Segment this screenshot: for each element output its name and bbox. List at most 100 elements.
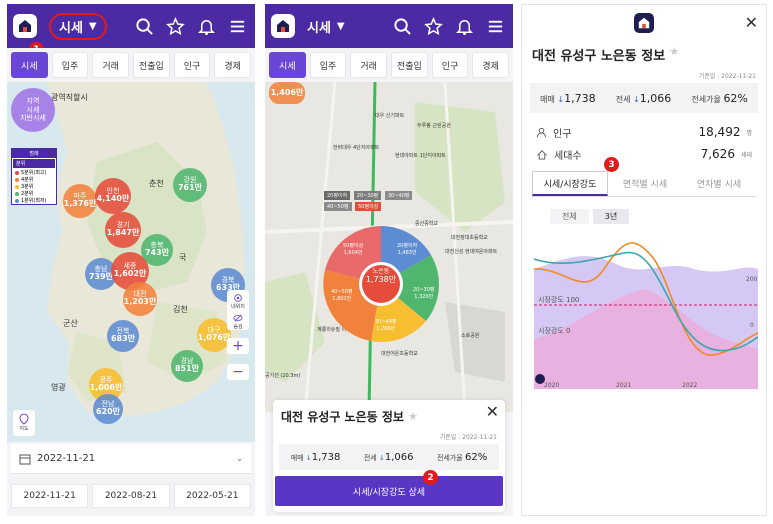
tab-market-strength[interactable]: 시세/시장강도 xyxy=(532,171,608,196)
district-map[interactable]: 1,406만 대우 신기파트 두루봉 근린공원 한바대우 4단지아파트 현대아파… xyxy=(265,82,513,412)
region-price-button[interactable]: 지역 시세 지반시세 xyxy=(11,88,55,132)
legend-select[interactable]: 분위 xyxy=(13,159,55,168)
star-icon[interactable] xyxy=(166,16,185,36)
size-legend-item: 40~50평 xyxy=(324,202,352,211)
tab-price[interactable]: 시세 xyxy=(11,52,48,78)
tick-label: 2020 xyxy=(544,382,559,389)
households-row: 세대수 7,626 세대 xyxy=(536,145,752,163)
date-chip[interactable]: 2022-05-21 xyxy=(173,484,251,508)
tab-trade[interactable]: 거래 xyxy=(350,52,388,78)
tab-population[interactable]: 인구 xyxy=(173,52,211,78)
ratio-label: 전세가율 xyxy=(436,453,463,462)
category-label: 시세 xyxy=(59,20,83,36)
close-icon[interactable]: ✕ xyxy=(745,13,758,32)
app-logo-icon[interactable] xyxy=(634,13,654,33)
search-icon[interactable] xyxy=(393,17,412,36)
region-bubble[interactable]: 인천 4,140만 xyxy=(95,178,131,214)
place-label: 대전어은초등학교 xyxy=(381,351,418,357)
chart-logo-icon xyxy=(535,374,545,384)
panel-district-detail: ✕ 대전 유성구 노은동 정보 ★ 기준일 : 2022-11-21 매매 ↓1… xyxy=(521,4,767,516)
size-legend-item: 20평이하 xyxy=(324,191,351,200)
zoom-in-button[interactable]: + xyxy=(227,338,249,354)
map-type-button[interactable]: 지도 xyxy=(13,410,35,436)
panel-map-overview: 시세 ▼ 1 시세 입주 거래 전출입 인구 경제 광역직할시 춘천 국 군산 … xyxy=(7,4,255,516)
korea-map[interactable]: 광역직할시 춘천 국 군산 김천 영광 지역 시세 지반시세 범례 분위 5분위… xyxy=(7,82,255,442)
legend-title: 범례 xyxy=(12,149,56,158)
place-label: 대전장대초등학교 xyxy=(451,235,488,241)
period-selector: 전체 3년 xyxy=(550,209,630,224)
region-btn-line: 시세 xyxy=(26,105,40,114)
sale-label: 매매 xyxy=(540,94,555,104)
market-strength-chart: 시장강도 100 시장강도 0 200 0 2020 2021 2022 xyxy=(534,242,758,389)
bell-icon[interactable] xyxy=(197,17,216,36)
market-detail-button[interactable]: 시세/시장강도 상세 xyxy=(275,476,503,506)
tab-area-price[interactable]: 면적별 시세 xyxy=(608,171,682,196)
app-logo-icon[interactable] xyxy=(13,14,37,38)
region-btn-line: 지반시세 xyxy=(20,114,46,123)
category-tabs: 시세 입주 거래 전출입 인구 경제 xyxy=(7,48,255,82)
star-icon[interactable]: ★ xyxy=(408,410,418,423)
chevron-down-icon: ▼ xyxy=(88,20,97,32)
step-badge: 2 xyxy=(423,470,438,485)
ratio-value: 62% xyxy=(464,451,488,463)
zoom-out-button[interactable]: − xyxy=(227,364,249,380)
region-bubble[interactable]: 전남 620만 xyxy=(93,394,123,424)
tab-trade[interactable]: 거래 xyxy=(92,52,130,78)
map-type-label: 지도 xyxy=(19,426,29,432)
region-bubble[interactable]: 경기 1,847만 xyxy=(105,212,141,248)
size-legend-item: 30~40평 xyxy=(384,191,413,200)
tab-population[interactable]: 인구 xyxy=(431,52,469,78)
legend-item: 4분위 xyxy=(12,176,56,183)
place-label: 군산 xyxy=(63,319,78,328)
date-chip[interactable]: 2022-11-21 xyxy=(11,484,89,508)
region-bubble[interactable]: 강원 761만 xyxy=(173,168,207,202)
close-icon[interactable]: ✕ xyxy=(486,402,499,421)
bell-icon[interactable] xyxy=(455,17,474,36)
region-bubble[interactable]: 전북 683만 xyxy=(107,320,139,352)
tab-age-price[interactable]: 연차별 시세 xyxy=(682,171,756,196)
step-badge: 3 xyxy=(604,157,619,172)
place-label: 영광 xyxy=(51,383,66,392)
top-bar: 시세 ▼ xyxy=(7,4,255,48)
hide-label: 숨김 xyxy=(233,324,243,330)
region-bubble[interactable]: 대전 1,203만 xyxy=(123,282,157,316)
category-selector[interactable]: 시세 ▼ xyxy=(307,17,345,36)
target-icon[interactable] xyxy=(232,293,244,303)
period-3y[interactable]: 3년 xyxy=(592,209,630,224)
person-icon xyxy=(536,127,547,137)
search-icon[interactable] xyxy=(135,17,154,36)
region-bubble[interactable]: 파주 1,376만 xyxy=(63,184,97,218)
menu-icon[interactable] xyxy=(228,17,247,36)
panel-district-map: 시세 ▼ 시세 입주 거래 전출입 인구 경제 1,406만 대우 신기파트 두… xyxy=(265,4,513,516)
menu-icon[interactable] xyxy=(486,17,505,36)
date-chip[interactable]: 2022-08-21 xyxy=(92,484,170,508)
region-bubble[interactable]: 경남 851만 xyxy=(171,350,203,382)
tab-movein[interactable]: 입주 xyxy=(51,52,89,78)
detail-title: 대전 유성구 노은동 정보 ★ xyxy=(532,45,679,64)
date-selector[interactable]: 2022-11-21 ⌄ xyxy=(11,444,251,474)
donut-label: 20평이하 1,483만 xyxy=(397,243,418,256)
tab-economy[interactable]: 경제 xyxy=(472,52,510,78)
tab-migration[interactable]: 전출입 xyxy=(391,52,428,78)
tab-movein[interactable]: 입주 xyxy=(309,52,347,78)
region-bubble[interactable]: 대구 1,076만 xyxy=(197,318,231,352)
eye-off-icon[interactable] xyxy=(232,313,244,323)
population-unit: 명 xyxy=(746,129,752,137)
donut-center-value: 1,738만 xyxy=(365,275,397,285)
tab-price[interactable]: 시세 xyxy=(269,52,306,78)
tab-economy[interactable]: 경제 xyxy=(214,52,252,78)
house-icon xyxy=(537,149,547,160)
top-bubble[interactable]: 1,406만 xyxy=(269,82,305,104)
top-bar: 시세 ▼ xyxy=(265,4,513,48)
size-legend: 20평이하 20~30평 30~40평 40~50평 50평이상 xyxy=(323,190,441,212)
tab-migration[interactable]: 전출입 xyxy=(133,52,170,78)
population-value: 18,492 xyxy=(698,125,741,139)
households-unit: 세대 xyxy=(740,151,752,159)
legend-item: 1분위(최저) xyxy=(12,197,56,204)
period-all[interactable]: 전체 xyxy=(550,209,589,224)
map-tools: 내위치 숨김 xyxy=(227,290,249,330)
star-icon[interactable]: ★ xyxy=(669,45,679,64)
category-selector[interactable]: 시세 ▼ xyxy=(49,12,107,40)
star-icon[interactable] xyxy=(424,16,443,36)
app-logo-icon[interactable] xyxy=(271,14,295,38)
